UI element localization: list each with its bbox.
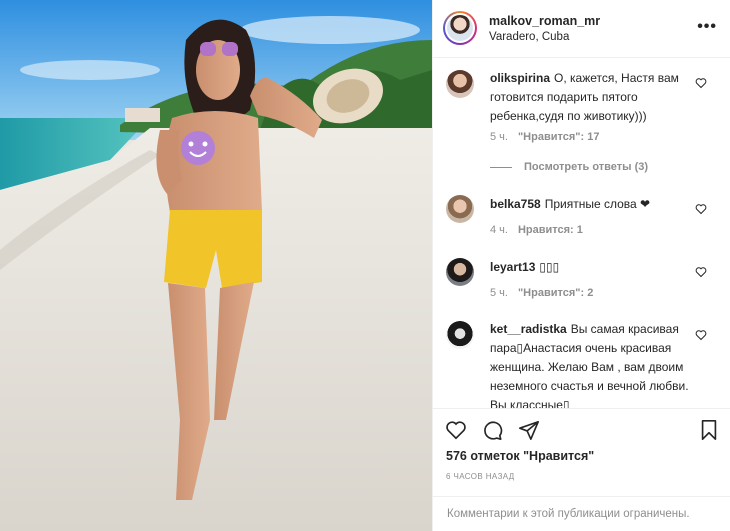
comment-text: Приятные слова ❤ bbox=[544, 197, 651, 211]
comment-like-heart-icon[interactable] bbox=[695, 329, 707, 341]
comment-text: ▯▯▯ bbox=[539, 260, 560, 274]
comment-time[interactable]: 5 ч. bbox=[490, 131, 508, 143]
post-header: malkov_roman_mr Varadero, Cuba ••• bbox=[433, 0, 730, 58]
post-panel: malkov_roman_mr Varadero, Cuba ••• oliks… bbox=[432, 0, 730, 531]
comment-avatar[interactable] bbox=[446, 70, 474, 98]
comments-restricted-notice: Комментарии к этой публикации ограничены… bbox=[433, 496, 730, 531]
post-time[interactable]: 6 ЧАСОВ НАЗАД bbox=[446, 472, 515, 481]
comments-list[interactable]: olikspirina О, кажется, Настя вам готовит… bbox=[433, 58, 730, 408]
post-photo[interactable] bbox=[0, 0, 432, 531]
post-location[interactable]: Varadero, Cuba bbox=[489, 31, 569, 43]
comment-avatar[interactable] bbox=[446, 195, 474, 223]
comment-username[interactable]: leyart13 bbox=[490, 260, 535, 274]
comment-icon[interactable] bbox=[481, 419, 503, 441]
comment-username[interactable]: olikspirina bbox=[490, 71, 550, 85]
comment-username[interactable]: ket__radistka bbox=[490, 322, 567, 336]
comment-time[interactable]: 5 ч. bbox=[490, 287, 508, 299]
photo-image bbox=[0, 0, 432, 531]
share-icon[interactable] bbox=[518, 419, 540, 441]
bookmark-icon[interactable] bbox=[698, 419, 720, 441]
view-replies-button[interactable]: Посмотреть ответы (3) bbox=[490, 161, 648, 173]
comment-time[interactable]: 4 ч. bbox=[490, 224, 508, 236]
comment-like-heart-icon[interactable] bbox=[695, 203, 707, 215]
comment-likes[interactable]: Нравится: 1 bbox=[518, 224, 583, 236]
author-avatar[interactable] bbox=[443, 11, 477, 45]
more-options-icon[interactable]: ••• bbox=[697, 18, 717, 36]
author-username[interactable]: malkov_roman_mr bbox=[489, 14, 600, 28]
comment-like-heart-icon[interactable] bbox=[695, 266, 707, 278]
likes-count[interactable]: 576 отметок "Нравится" bbox=[446, 449, 594, 463]
comment-avatar[interactable] bbox=[446, 321, 474, 349]
heart-icon[interactable] bbox=[445, 419, 467, 441]
comment-likes[interactable]: "Нравится": 17 bbox=[518, 131, 599, 143]
post-actions: 576 отметок "Нравится" 6 ЧАСОВ НАЗАД Ком… bbox=[433, 408, 730, 531]
comment-avatar[interactable] bbox=[446, 258, 474, 286]
comment-like-heart-icon[interactable] bbox=[695, 77, 707, 89]
comment-username[interactable]: belka758 bbox=[490, 197, 541, 211]
comment-likes[interactable]: "Нравится": 2 bbox=[518, 287, 593, 299]
